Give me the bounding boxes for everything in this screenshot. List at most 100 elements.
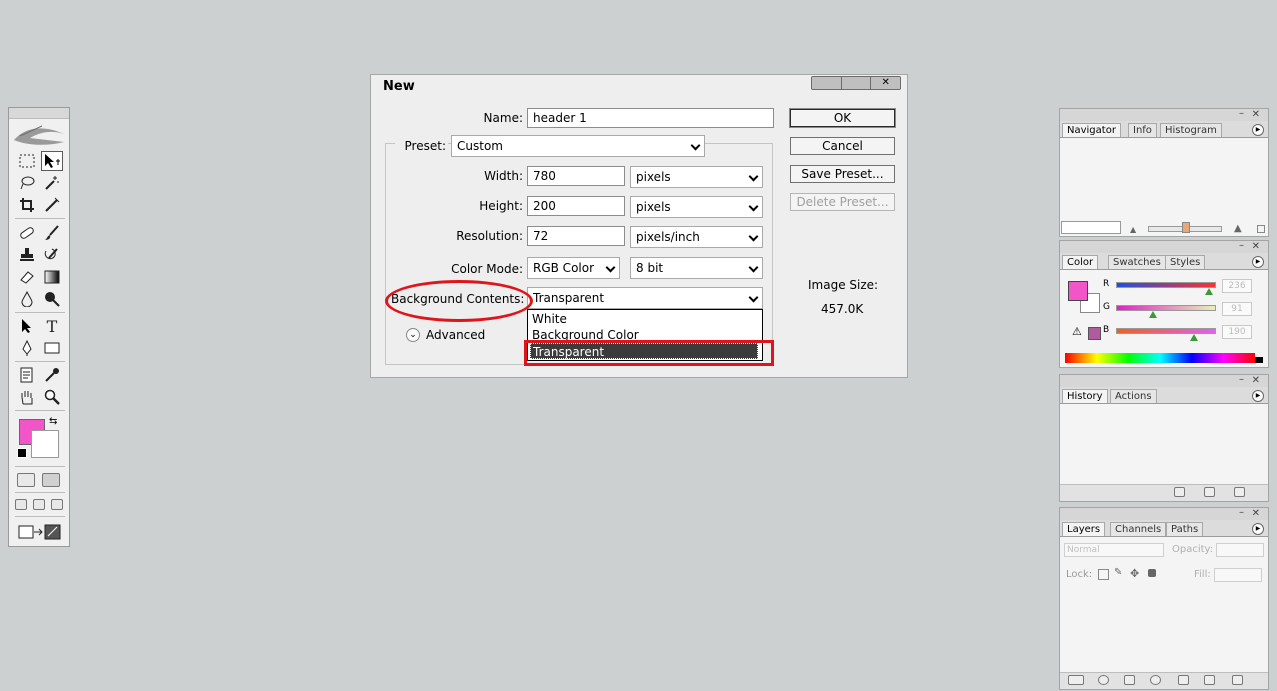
minimize-icon[interactable]: –	[1239, 241, 1244, 251]
b-slider[interactable]	[1116, 328, 1216, 334]
standard-mode-icon[interactable]	[17, 473, 35, 487]
adjustment-layer-icon[interactable]	[1150, 675, 1161, 685]
slice-tool-icon[interactable]	[41, 195, 63, 215]
trash-icon[interactable]	[1232, 675, 1243, 685]
swap-colors-icon[interactable]: ⇆	[49, 416, 57, 427]
cancel-button[interactable]: Cancel	[790, 137, 895, 155]
tab-history[interactable]: History	[1062, 389, 1108, 403]
move-tool-icon[interactable]	[41, 151, 63, 171]
g-slider[interactable]	[1116, 305, 1216, 311]
r-slider[interactable]	[1116, 282, 1216, 288]
new-document-from-state-icon[interactable]	[1174, 487, 1185, 497]
notes-tool-icon[interactable]	[16, 365, 38, 385]
tab-navigator[interactable]: Navigator	[1062, 123, 1121, 137]
close-icon[interactable]: ✕	[871, 77, 900, 89]
close-icon[interactable]: ✕	[1252, 508, 1260, 519]
lock-transparency-icon[interactable]	[1098, 569, 1109, 580]
tab-info[interactable]: Info	[1128, 123, 1157, 137]
panel-menu-icon[interactable]: ▶	[1252, 124, 1264, 136]
new-group-icon[interactable]	[1178, 675, 1189, 685]
minimize-icon[interactable]: –	[1239, 508, 1244, 518]
magic-wand-tool-icon[interactable]	[41, 173, 63, 193]
new-snapshot-icon[interactable]	[1204, 487, 1215, 497]
panel-menu-icon[interactable]: ▶	[1252, 256, 1264, 268]
gamut-color-swatch[interactable]	[1088, 327, 1101, 340]
tab-actions[interactable]: Actions	[1110, 389, 1157, 403]
panel-menu-icon[interactable]: ▶	[1252, 523, 1264, 535]
tab-paths[interactable]: Paths	[1166, 522, 1204, 536]
save-preset-button[interactable]: Save Preset...	[790, 165, 895, 183]
screen-mode-full-menu-icon[interactable]	[33, 499, 45, 510]
minimize-icon[interactable]: –	[1239, 109, 1244, 119]
marquee-tool-icon[interactable]	[16, 151, 38, 171]
tools-panel-grip[interactable]	[9, 108, 69, 119]
maximize-icon[interactable]	[842, 77, 872, 89]
quick-mask-mode-icon[interactable]	[42, 473, 60, 487]
zoom-tool-icon[interactable]	[41, 387, 63, 407]
tab-swatches[interactable]: Swatches	[1108, 255, 1166, 269]
default-colors-icon[interactable]	[17, 448, 27, 458]
brush-tool-icon[interactable]	[41, 223, 63, 243]
gradient-tool-icon[interactable]	[41, 267, 63, 287]
close-icon[interactable]: ✕	[1252, 109, 1260, 120]
dropdown-option-white[interactable]: White	[530, 311, 567, 327]
blur-tool-icon[interactable]	[16, 289, 38, 309]
name-field[interactable]: header 1	[527, 108, 774, 128]
width-field[interactable]: 780	[527, 166, 625, 186]
healing-brush-tool-icon[interactable]	[16, 223, 38, 243]
color-mode-select[interactable]: RGB Color	[527, 257, 620, 279]
fill-field[interactable]	[1214, 568, 1262, 582]
background-color-swatch[interactable]	[31, 430, 59, 458]
panel-menu-icon[interactable]: ▶	[1252, 390, 1264, 402]
foreground-color-preview[interactable]	[1068, 281, 1088, 301]
advanced-label[interactable]: Advanced	[426, 328, 485, 342]
close-icon[interactable]: ✕	[1252, 241, 1260, 252]
dodge-tool-icon[interactable]	[41, 289, 63, 309]
minimize-icon[interactable]	[812, 77, 842, 89]
opacity-field[interactable]	[1216, 543, 1264, 557]
resolution-unit-select[interactable]: pixels/inch	[630, 226, 763, 248]
eyedropper-tool-icon[interactable]	[41, 365, 63, 385]
layer-style-icon[interactable]	[1098, 675, 1109, 685]
tab-histogram[interactable]: Histogram	[1160, 123, 1222, 137]
black-swatch[interactable]	[1255, 357, 1263, 363]
clone-stamp-tool-icon[interactable]	[16, 245, 38, 265]
tab-color[interactable]: Color	[1062, 255, 1099, 269]
tab-layers[interactable]: Layers	[1062, 522, 1106, 536]
height-unit-select[interactable]: pixels	[630, 196, 763, 218]
expand-advanced-icon[interactable]: ⌄	[406, 328, 420, 342]
zoom-out-icon[interactable]: ▲	[1130, 225, 1136, 234]
rectangle-tool-icon[interactable]	[41, 338, 63, 358]
trash-icon[interactable]	[1234, 487, 1245, 497]
lock-position-icon[interactable]: ✥	[1130, 567, 1139, 580]
b-value-field[interactable]: 190	[1222, 325, 1252, 339]
screen-mode-standard-icon[interactable]	[15, 499, 27, 510]
lasso-tool-icon[interactable]	[16, 173, 38, 193]
background-contents-select[interactable]: Transparent	[527, 287, 763, 309]
out-of-gamut-warning-icon[interactable]: ⚠	[1072, 325, 1082, 338]
minimize-icon[interactable]: –	[1239, 375, 1244, 385]
path-selection-tool-icon[interactable]	[16, 316, 38, 336]
new-layer-icon[interactable]	[1204, 675, 1215, 685]
preset-select[interactable]: Custom	[451, 135, 705, 157]
pen-tool-icon[interactable]	[16, 338, 38, 358]
b-slider-thumb[interactable]	[1190, 334, 1198, 341]
zoom-slider-thumb[interactable]	[1182, 222, 1190, 233]
zoom-percent-field[interactable]	[1061, 221, 1121, 234]
crop-tool-icon[interactable]	[16, 195, 38, 215]
resize-grip-icon[interactable]	[1257, 225, 1265, 233]
width-unit-select[interactable]: pixels	[630, 166, 763, 188]
color-spectrum-ramp[interactable]	[1065, 353, 1255, 363]
g-value-field[interactable]: 91	[1222, 302, 1252, 316]
r-value-field[interactable]: 236	[1222, 279, 1252, 293]
bit-depth-select[interactable]: 8 bit	[630, 257, 763, 279]
lock-all-icon[interactable]	[1148, 569, 1156, 577]
tab-styles[interactable]: Styles	[1165, 255, 1206, 269]
link-layers-icon[interactable]	[1068, 675, 1084, 685]
r-slider-thumb[interactable]	[1205, 288, 1213, 295]
type-tool-icon[interactable]: T	[41, 316, 63, 336]
eraser-tool-icon[interactable]	[16, 267, 38, 287]
lock-image-icon[interactable]: ✎	[1114, 567, 1122, 578]
tab-channels[interactable]: Channels	[1110, 522, 1167, 536]
jump-to-imageready-icon[interactable]	[18, 523, 62, 540]
